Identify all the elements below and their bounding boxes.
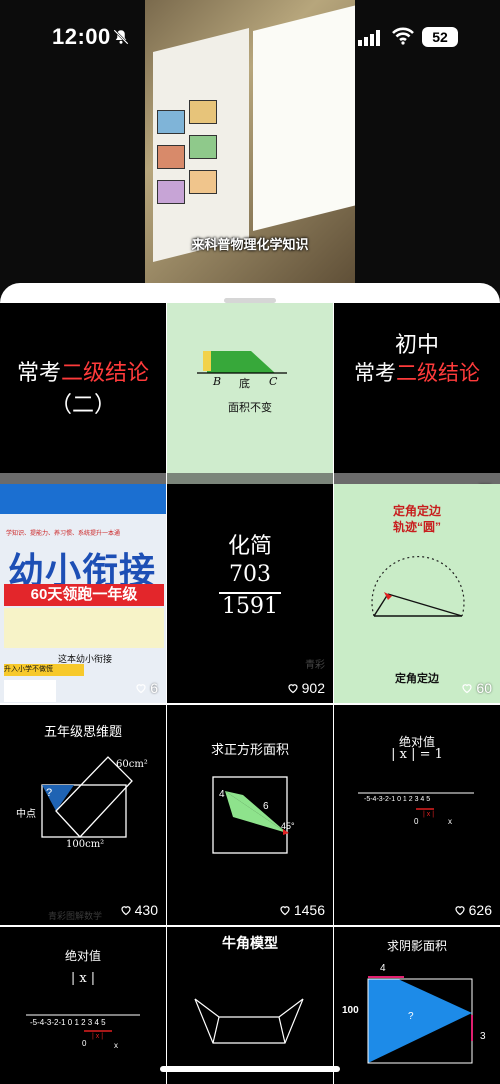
label-c: C: [269, 375, 278, 388]
video-list-sheet: 视频 常考二级结论 （二） 836 B 底 C 面积不变: [0, 283, 500, 1084]
video-caption: 来科普物理化学知识: [191, 237, 309, 252]
status-bar: 12:00 52: [0, 0, 500, 75]
video-subtitle: 60天领跑一年级: [4, 584, 164, 606]
video-title: 化简: [227, 534, 272, 559]
video-card[interactable]: 五年级思维题 ? 60cm² 中点 100cm² 青彩图解数学 430: [0, 705, 166, 925]
like-count: 626: [454, 902, 492, 918]
video-card[interactable]: 学知识、提能力、养习惯、系统提升一本通 幼小衔接 60天领跑一年级 这本幼小衔接…: [0, 484, 166, 703]
fraction-numerator: 703: [229, 562, 271, 587]
label-top: 4: [380, 963, 386, 974]
axis-labels: -5-4-3-2-1 0 1 2 3 4 5: [364, 796, 431, 803]
cover-band: 学知识、提能力、养习惯、系统提升一本通: [6, 531, 121, 537]
cover-tag: 升入小学不做慌: [4, 664, 84, 676]
axis-zero: 0: [82, 1039, 87, 1048]
axis-x: x: [448, 817, 452, 826]
video-title: 常考二级结论: [354, 361, 480, 385]
video-card[interactable]: 初中 常考二级结论 1.1万: [334, 303, 500, 507]
horn-diagram: [194, 998, 304, 1044]
like-count: 6: [135, 680, 158, 696]
video-card[interactable]: 定角定边 轨迹“圆” 定角定边 60: [334, 484, 500, 703]
label-left: 100: [342, 1005, 359, 1016]
video-card[interactable]: 绝对值 | x | = 1 -5-4-3-2-1 0 1 2 3 4 5 0 |…: [334, 705, 500, 925]
label-area-a: 60cm²: [116, 759, 148, 770]
label-side-b: 6: [263, 801, 269, 812]
like-count: 60: [461, 680, 492, 696]
label-b: B: [213, 375, 222, 388]
number-line: [358, 792, 474, 810]
video-card[interactable]: 求正方形面积 4 6 45° 1456: [167, 705, 333, 925]
video-caption: 面积不变: [228, 402, 272, 414]
label-area-b: 100cm²: [66, 839, 105, 850]
label-right: 3: [480, 1031, 486, 1042]
video-card[interactable]: 牛角模型: [167, 927, 333, 1084]
heart-icon: [280, 906, 290, 916]
watermark: 青彩: [305, 660, 325, 671]
axis-zero: 0: [414, 817, 419, 826]
label-base: 底: [239, 378, 250, 390]
fraction-denominator: 1591: [222, 594, 278, 619]
abs-bar-label: | x |: [92, 1033, 104, 1040]
number-line: [26, 1014, 140, 1032]
axis-labels: -5-4-3-2-1 0 1 2 3 4 5: [30, 1018, 106, 1027]
square-diagram: [212, 776, 289, 854]
video-card[interactable]: B 底 C 面积不变 95: [167, 303, 333, 507]
heart-icon: [455, 906, 465, 916]
video-card[interactable]: 绝对值 | x | -5-4-3-2-1 0 1 2 3 4 5 0 | x |…: [0, 927, 166, 1084]
abs-bar-label: | x |: [423, 811, 435, 818]
axis-x: x: [114, 1041, 118, 1050]
label-midpoint: 中点: [16, 809, 36, 820]
battery-indicator: 52: [422, 27, 458, 47]
home-indicator[interactable]: [160, 1066, 340, 1072]
silent-bell-icon: [113, 29, 129, 45]
video-subtitle: （二）: [49, 393, 116, 418]
label-q: ?: [46, 787, 53, 799]
video-title-top: 初中: [394, 333, 439, 358]
cellular-signal-icon: [358, 30, 380, 46]
label-angle: 45°: [281, 821, 295, 831]
status-time: 12:00: [52, 24, 111, 49]
video-title: 常考二级结论: [16, 361, 150, 386]
video-card[interactable]: 化简 703 1591 青彩 902: [167, 484, 333, 703]
label-side-a: 4: [219, 789, 225, 800]
heart-icon: [462, 684, 473, 694]
heart-icon: [121, 906, 131, 916]
video-card[interactable]: 求阴影面积 4 100 ? 3: [334, 927, 500, 1084]
like-count: 902: [287, 680, 325, 696]
label-q: ?: [408, 1011, 414, 1022]
like-count: 430: [120, 902, 158, 918]
watermark: 青彩图解数学: [48, 911, 103, 921]
heart-icon: [136, 684, 146, 694]
wifi-icon: [392, 27, 414, 45]
video-card[interactable]: 常考二级结论 （二） 836: [0, 303, 166, 507]
like-count: 1456: [279, 902, 325, 918]
heart-icon: [288, 684, 298, 694]
